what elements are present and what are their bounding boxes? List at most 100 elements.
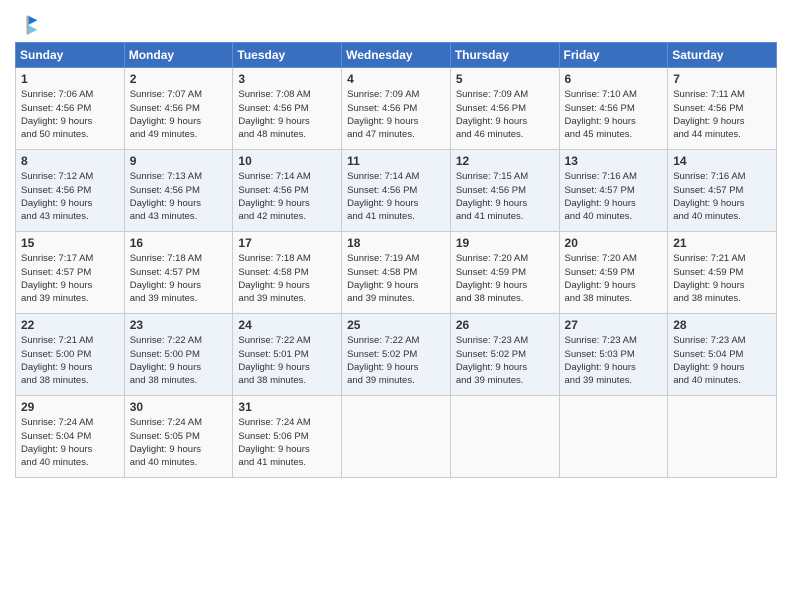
day-number: 29 [21,400,119,414]
calendar-cell: 3 Sunrise: 7:08 AM Sunset: 4:56 PM Daylig… [233,68,342,150]
day-info: Sunrise: 7:23 AM Sunset: 5:02 PM Dayligh… [456,334,554,387]
day-number: 25 [347,318,445,332]
day-number: 8 [21,154,119,168]
calendar-cell: 27 Sunrise: 7:23 AM Sunset: 5:03 PM Dayli… [559,314,668,396]
calendar-cell: 30Sunrise: 7:24 AM Sunset: 5:05 PM Dayli… [124,396,233,478]
calendar-cell [668,396,777,478]
day-number: 22 [21,318,119,332]
day-number: 3 [238,72,336,86]
calendar-cell: 23 Sunrise: 7:22 AM Sunset: 5:00 PM Dayli… [124,314,233,396]
day-number: 21 [673,236,771,250]
logo-text [15,14,39,36]
calendar-cell: 13 Sunrise: 7:16 AM Sunset: 4:57 PM Dayli… [559,150,668,232]
header [15,10,777,36]
calendar-cell: 6 Sunrise: 7:10 AM Sunset: 4:56 PM Daylig… [559,68,668,150]
calendar-cell [559,396,668,478]
main-container: SundayMondayTuesdayWednesdayThursdayFrid… [0,0,792,488]
day-number: 31 [238,400,336,414]
day-info: Sunrise: 7:17 AM Sunset: 4:57 PM Dayligh… [21,252,119,305]
weekday-header-tuesday: Tuesday [233,43,342,68]
day-info: Sunrise: 7:24 AM Sunset: 5:04 PM Dayligh… [21,416,119,469]
day-info: Sunrise: 7:07 AM Sunset: 4:56 PM Dayligh… [130,88,228,141]
day-info: Sunrise: 7:20 AM Sunset: 4:59 PM Dayligh… [565,252,663,305]
day-info: Sunrise: 7:15 AM Sunset: 4:56 PM Dayligh… [456,170,554,223]
calendar-cell: 12 Sunrise: 7:15 AM Sunset: 4:56 PM Dayli… [450,150,559,232]
calendar-cell: 17Sunrise: 7:18 AM Sunset: 4:58 PM Dayli… [233,232,342,314]
calendar-cell: 31 Sunrise: 7:24 AM Sunset: 5:06 PM Dayli… [233,396,342,478]
day-number: 30 [130,400,228,414]
day-number: 26 [456,318,554,332]
logo-icon [17,14,39,36]
day-number: 27 [565,318,663,332]
day-info: Sunrise: 7:16 AM Sunset: 4:57 PM Dayligh… [565,170,663,223]
day-info: Sunrise: 7:21 AM Sunset: 4:59 PM Dayligh… [673,252,771,305]
calendar-cell [342,396,451,478]
calendar-cell: 14 Sunrise: 7:16 AM Sunset: 4:57 PM Dayli… [668,150,777,232]
day-info: Sunrise: 7:22 AM Sunset: 5:00 PM Dayligh… [130,334,228,387]
weekday-header-monday: Monday [124,43,233,68]
day-number: 11 [347,154,445,168]
day-number: 1 [21,72,119,86]
day-info: Sunrise: 7:08 AM Sunset: 4:56 PM Dayligh… [238,88,336,141]
day-info: Sunrise: 7:10 AM Sunset: 4:56 PM Dayligh… [565,88,663,141]
day-info: Sunrise: 7:23 AM Sunset: 5:04 PM Dayligh… [673,334,771,387]
day-number: 13 [565,154,663,168]
day-info: Sunrise: 7:23 AM Sunset: 5:03 PM Dayligh… [565,334,663,387]
day-info: Sunrise: 7:14 AM Sunset: 4:56 PM Dayligh… [238,170,336,223]
day-number: 15 [21,236,119,250]
day-number: 24 [238,318,336,332]
calendar-cell: 25 Sunrise: 7:22 AM Sunset: 5:02 PM Dayli… [342,314,451,396]
calendar-cell: 18 Sunrise: 7:19 AM Sunset: 4:58 PM Dayli… [342,232,451,314]
calendar-cell [450,396,559,478]
calendar-cell: 7Sunrise: 7:11 AM Sunset: 4:56 PM Daylig… [668,68,777,150]
day-info: Sunrise: 7:21 AM Sunset: 5:00 PM Dayligh… [21,334,119,387]
day-info: Sunrise: 7:24 AM Sunset: 5:06 PM Dayligh… [238,416,336,469]
calendar-cell: 21 Sunrise: 7:21 AM Sunset: 4:59 PM Dayli… [668,232,777,314]
day-info: Sunrise: 7:06 AM Sunset: 4:56 PM Dayligh… [21,88,119,141]
calendar-cell: 8 Sunrise: 7:12 AM Sunset: 4:56 PM Daylig… [16,150,125,232]
calendar-cell: 22 Sunrise: 7:21 AM Sunset: 5:00 PM Dayli… [16,314,125,396]
day-number: 9 [130,154,228,168]
day-info: Sunrise: 7:22 AM Sunset: 5:02 PM Dayligh… [347,334,445,387]
calendar-cell: 29 Sunrise: 7:24 AM Sunset: 5:04 PM Dayli… [16,396,125,478]
day-number: 16 [130,236,228,250]
day-info: Sunrise: 7:09 AM Sunset: 4:56 PM Dayligh… [456,88,554,141]
day-info: Sunrise: 7:20 AM Sunset: 4:59 PM Dayligh… [456,252,554,305]
calendar-cell: 28 Sunrise: 7:23 AM Sunset: 5:04 PM Dayli… [668,314,777,396]
day-number: 10 [238,154,336,168]
day-number: 6 [565,72,663,86]
day-info: Sunrise: 7:09 AM Sunset: 4:56 PM Dayligh… [347,88,445,141]
weekday-header-friday: Friday [559,43,668,68]
day-number: 17 [238,236,336,250]
logo [15,14,37,36]
calendar-cell: 4 Sunrise: 7:09 AM Sunset: 4:56 PM Daylig… [342,68,451,150]
weekday-header-thursday: Thursday [450,43,559,68]
calendar-cell: 2Sunrise: 7:07 AM Sunset: 4:56 PM Daylig… [124,68,233,150]
day-number: 14 [673,154,771,168]
calendar-cell: 26 Sunrise: 7:23 AM Sunset: 5:02 PM Dayli… [450,314,559,396]
day-info: Sunrise: 7:16 AM Sunset: 4:57 PM Dayligh… [673,170,771,223]
day-number: 23 [130,318,228,332]
day-number: 28 [673,318,771,332]
calendar-cell: 20Sunrise: 7:20 AM Sunset: 4:59 PM Dayli… [559,232,668,314]
day-info: Sunrise: 7:22 AM Sunset: 5:01 PM Dayligh… [238,334,336,387]
day-number: 19 [456,236,554,250]
day-info: Sunrise: 7:18 AM Sunset: 4:57 PM Dayligh… [130,252,228,305]
day-number: 4 [347,72,445,86]
calendar-cell: 16 Sunrise: 7:18 AM Sunset: 4:57 PM Dayli… [124,232,233,314]
day-number: 18 [347,236,445,250]
day-info: Sunrise: 7:12 AM Sunset: 4:56 PM Dayligh… [21,170,119,223]
calendar-week-2: 8 Sunrise: 7:12 AM Sunset: 4:56 PM Daylig… [16,150,777,232]
calendar-body: 1 Sunrise: 7:06 AM Sunset: 4:56 PM Daylig… [16,68,777,478]
calendar-table: SundayMondayTuesdayWednesdayThursdayFrid… [15,42,777,478]
day-info: Sunrise: 7:14 AM Sunset: 4:56 PM Dayligh… [347,170,445,223]
calendar-cell: 19 Sunrise: 7:20 AM Sunset: 4:59 PM Dayli… [450,232,559,314]
day-number: 12 [456,154,554,168]
weekday-header-wednesday: Wednesday [342,43,451,68]
calendar-cell: 15 Sunrise: 7:17 AM Sunset: 4:57 PM Dayli… [16,232,125,314]
day-info: Sunrise: 7:11 AM Sunset: 4:56 PM Dayligh… [673,88,771,141]
day-number: 5 [456,72,554,86]
weekday-header-sunday: Sunday [16,43,125,68]
day-info: Sunrise: 7:19 AM Sunset: 4:58 PM Dayligh… [347,252,445,305]
calendar-cell: 11 Sunrise: 7:14 AM Sunset: 4:56 PM Dayli… [342,150,451,232]
